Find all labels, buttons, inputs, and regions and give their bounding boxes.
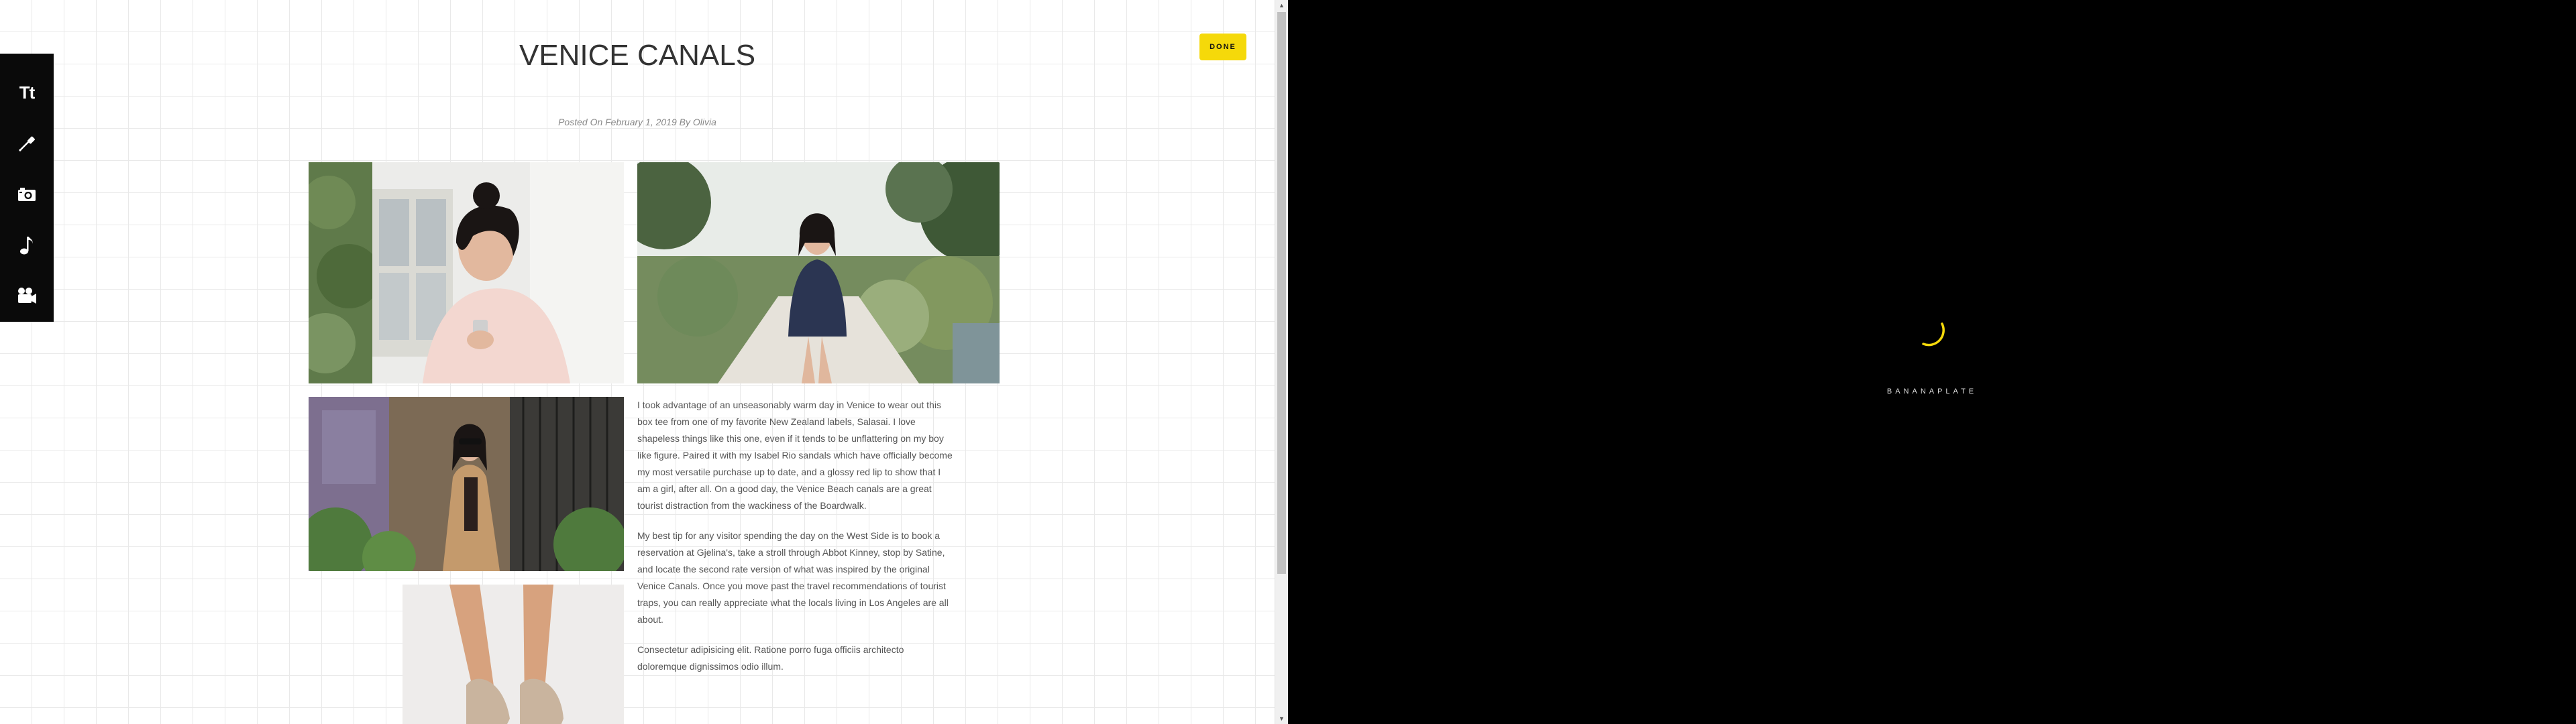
loading-spinner-icon (1922, 322, 1945, 347)
camera-icon (18, 188, 36, 201)
post-title[interactable]: VENICE CANALS (0, 39, 1275, 72)
video-camera-icon (18, 288, 36, 304)
post-paragraph[interactable]: I took advantage of an unseasonably warm… (637, 397, 953, 514)
photo-woman-canal[interactable] (637, 162, 1000, 383)
post-body[interactable]: I took advantage of an unseasonably warm… (637, 397, 953, 688)
post-paragraph[interactable]: Consectetur adipisicing elit. Ratione po… (637, 642, 953, 675)
music-tool-button[interactable] (0, 220, 54, 271)
tool-palette: Tt (0, 54, 54, 322)
scroll-up-arrow-icon[interactable]: ▲ (1275, 0, 1288, 11)
vertical-scrollbar[interactable]: ▲ ▼ (1275, 0, 1288, 724)
eyedropper-icon (19, 136, 35, 152)
photo-woman-phone[interactable] (309, 162, 624, 383)
music-note-icon (20, 237, 33, 255)
text-tool-icon: Tt (19, 82, 36, 103)
scroll-down-arrow-icon[interactable]: ▼ (1275, 713, 1288, 724)
brand-label: BANANAPLATE (1886, 387, 1978, 396)
post-paragraph[interactable]: My best tip for any visitor spending the… (637, 528, 953, 628)
post-meta[interactable]: Posted On February 1, 2019 By Olivia (0, 117, 1275, 127)
camera-tool-button[interactable] (0, 169, 54, 220)
photo-woman-coat[interactable] (309, 397, 624, 571)
loading-screen (1288, 0, 2576, 724)
scrollbar-thumb[interactable] (1277, 12, 1286, 574)
video-tool-button[interactable] (0, 271, 54, 322)
editor-canvas: Tt DONE VENICE CANALS Posted On February… (0, 0, 1288, 724)
text-tool-button[interactable]: Tt (0, 67, 54, 118)
photo-heels[interactable] (402, 585, 624, 724)
